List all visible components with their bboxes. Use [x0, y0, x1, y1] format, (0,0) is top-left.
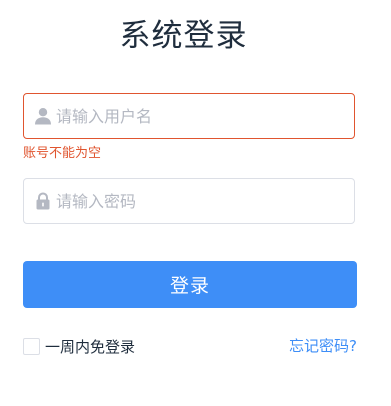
- remember-checkbox[interactable]: [23, 337, 40, 355]
- username-error-message: 账号不能为空: [23, 146, 102, 161]
- username-field[interactable]: [23, 93, 355, 139]
- password-input[interactable]: [56, 179, 346, 223]
- lock-icon: [34, 192, 52, 210]
- remember-label[interactable]: 一周内免登录: [45, 336, 135, 357]
- username-input[interactable]: [56, 94, 346, 138]
- login-button[interactable]: 登录: [23, 261, 357, 308]
- password-field[interactable]: [23, 178, 355, 224]
- forgot-password-link[interactable]: 忘记密码?: [289, 336, 357, 356]
- remember-me[interactable]: 一周内免登录: [23, 336, 135, 356]
- page-title: 系统登录: [119, 18, 248, 54]
- user-icon: [34, 107, 52, 125]
